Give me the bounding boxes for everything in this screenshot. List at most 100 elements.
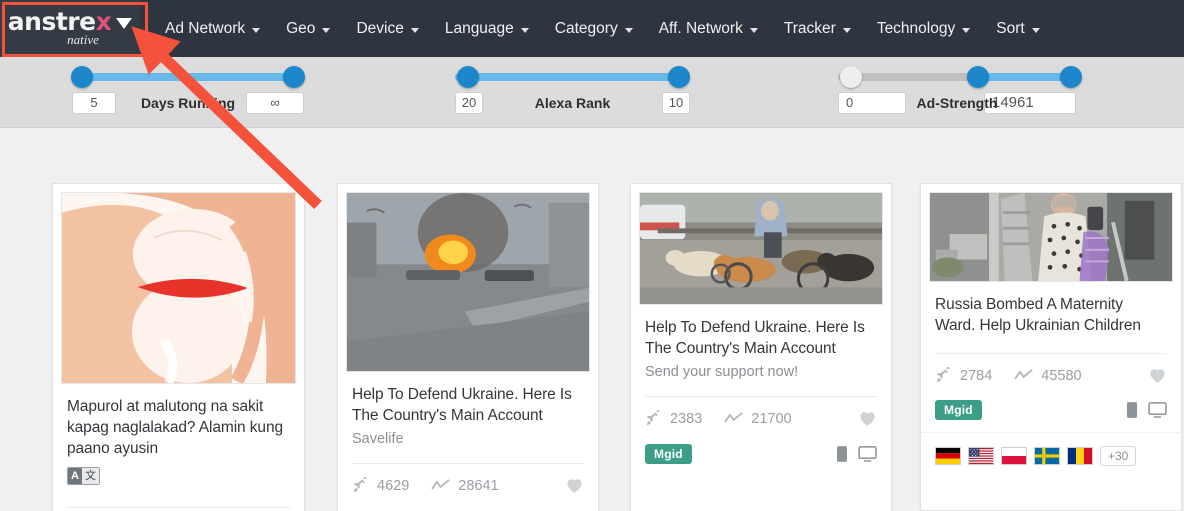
trend-line-icon [1014,369,1033,380]
trend-line-icon [724,412,743,423]
translate-icon[interactable]: A 文 [67,467,100,485]
ad-title[interactable]: Help To Defend Ukraine. Here Is The Coun… [645,317,877,359]
nav-item-ad-network[interactable]: Ad Network [152,0,273,57]
card-divider [67,507,290,508]
flag-germany-icon[interactable] [935,447,961,465]
nav-item-label: Sort [996,19,1025,37]
ad-strength-ghost-handle[interactable] [840,66,862,88]
ad-thumbnail-woman[interactable] [929,192,1173,282]
ad-card[interactable]: Help To Defend Ukraine. Here Is The Coun… [337,183,599,511]
mobile-icon [837,446,847,462]
stat-reach-value: 2383 [670,410,703,427]
ad-network-badge[interactable]: Mgid [935,400,982,420]
ad-card[interactable]: Mapurol at malutong na sakit kapag nagla… [52,183,305,511]
stat-impressions: 28641 [431,477,499,494]
ad-strength-max-input[interactable]: 14961 [984,92,1076,114]
desktop-icon [1148,402,1167,418]
ad-title[interactable]: Help To Defend Ukraine. Here Is The Coun… [352,384,584,426]
card-thumbnail-wrap [338,184,598,372]
ad-title[interactable]: Mapurol at malutong na sakit kapag nagla… [67,396,290,459]
nav-item-aff-network[interactable]: Aff. Network [646,0,771,57]
ad-card[interactable]: Help To Defend Ukraine. Here Is The Coun… [630,183,892,511]
days-running-slider[interactable] [71,57,305,88]
filter-slider-bar: 5 Days Running ∞ 20 Alexa Rank 10 0 Ad-S… [0,57,1184,128]
chevron-down-icon [322,27,331,33]
alexa-rank-min-input[interactable]: 20 [455,92,483,114]
logo-chevron-down-icon[interactable] [116,18,133,29]
nav-item-language[interactable]: Language [432,0,542,57]
stat-reach-value: 2784 [960,367,993,384]
card-stats: 2383 21700 [631,397,891,427]
slider-fill [72,73,304,81]
logo-wordmark-row: anstrex [8,9,133,34]
ad-strength-max-handle[interactable] [1060,66,1082,88]
content-spacer [0,128,1184,183]
chevron-down-icon [624,27,633,33]
days-running-min-input[interactable]: 5 [72,92,116,114]
filter-ad-strength: 0 Ad-Strength 14961 [838,57,1082,128]
alexa-rank-max-handle[interactable] [668,66,690,88]
nav-item-geo[interactable]: Geo [273,0,343,57]
ad-strength-labels: 0 Ad-Strength 14961 [838,89,1076,117]
nav-item-tracker[interactable]: Tracker [771,0,864,57]
rocket-icon [353,477,368,493]
ad-title[interactable]: Russia Bombed A Maternity Ward. Help Ukr… [935,294,1167,336]
nav-item-technology[interactable]: Technology [864,0,983,57]
ad-card[interactable]: Russia Bombed A Maternity Ward. Help Ukr… [920,183,1182,511]
nav-item-sort[interactable]: Sort [983,0,1052,57]
ad-thumbnail-dogs[interactable] [639,192,883,305]
alexa-rank-max-input[interactable]: 10 [662,92,690,114]
days-running-max-handle[interactable] [283,66,305,88]
nav-item-device[interactable]: Device [343,0,431,57]
card-stats: 2784 45580 [921,354,1181,384]
ad-strength-slider[interactable] [838,57,1082,88]
flag-romania-icon[interactable] [1067,447,1093,465]
favorite-heart-icon[interactable] [858,409,877,427]
days-running-max-input[interactable]: ∞ [246,92,304,114]
flag-sweden-icon[interactable] [1034,447,1060,465]
chevron-down-icon [1031,27,1040,33]
favorite-heart-icon[interactable] [565,476,584,494]
nav-item-label: Tracker [783,19,836,37]
woman-with-bags-photo [930,193,1172,281]
alexa-rank-slider[interactable] [455,57,690,88]
flag-poland-icon[interactable] [1001,447,1027,465]
trend-line-icon [431,479,450,490]
chevron-down-icon [520,27,529,33]
ad-strength-min-input[interactable]: 0 [838,92,906,114]
nav-item-category[interactable]: Category [542,0,646,57]
stat-reach: 4629 [352,477,409,494]
nav-item-label: Category [554,19,618,37]
favorite-heart-icon[interactable] [1148,366,1167,384]
ad-thumbnail-knee[interactable] [61,192,296,384]
card-footer: Mgid [631,427,891,464]
ad-thumbnail-explosion[interactable] [346,192,590,372]
chevron-down-icon [410,27,419,33]
stat-reach-value: 4629 [377,477,410,494]
nav-item-label: Ad Network [165,19,246,37]
flags-more-count[interactable]: +30 [1100,446,1137,466]
alexa-rank-caption: Alexa Rank [534,95,611,111]
stat-impressions: 21700 [724,410,792,427]
days-running-min-handle[interactable] [71,66,93,88]
chevron-down-icon [749,27,758,33]
nav-item-label: Device [356,19,404,37]
card-thumbnail-wrap [53,184,304,384]
ad-advertiser: Savelife [352,431,404,447]
anstrex-logo[interactable]: anstrex native [0,0,148,57]
card-footer: Mgid [921,384,1181,420]
logo-subtitle: native [67,32,99,47]
ad-results-grid: Mapurol at malutong na sakit kapag nagla… [0,183,1184,511]
ad-network-badge[interactable]: Mgid [645,444,692,464]
dogs-rescue-photo [640,193,882,304]
stat-reach: 2383 [645,410,702,427]
flag-united-states-icon[interactable] [968,447,994,465]
alexa-rank-min-handle[interactable] [457,66,479,88]
chevron-down-icon [842,27,851,33]
stat-impressions-value: 28641 [458,477,499,494]
stat-impressions-value: 45580 [1041,367,1082,384]
ad-strength-min-handle[interactable] [967,66,989,88]
device-icons [837,446,877,462]
card-body: Help To Defend Ukraine. Here Is The Coun… [631,305,891,382]
mobile-icon [1127,402,1137,418]
